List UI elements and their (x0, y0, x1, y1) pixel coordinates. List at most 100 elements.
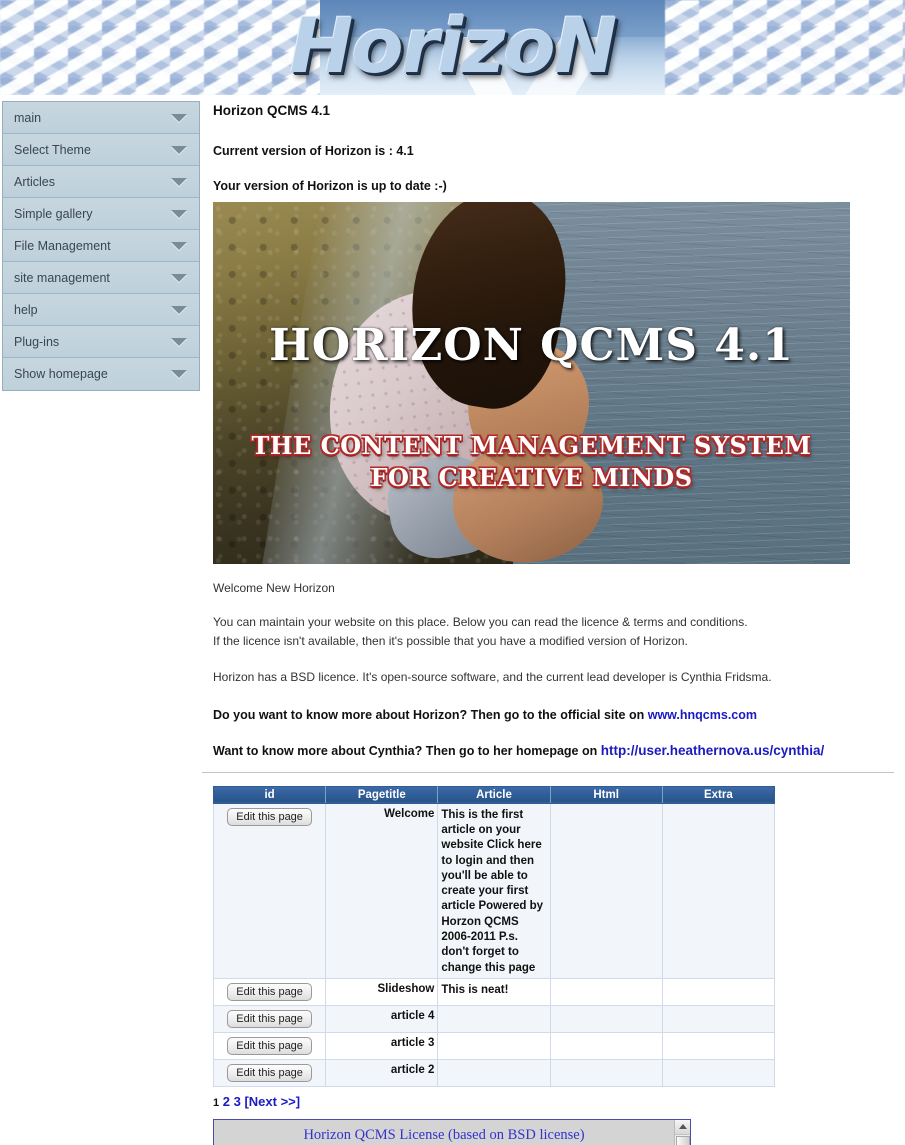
table-header-row: id Pagetitle Article Html Extra (213, 786, 775, 804)
cell-pagetitle: article 2 (325, 1058, 439, 1087)
scrollbar-thumb[interactable] (676, 1135, 690, 1145)
column-header-extra[interactable]: Extra (662, 786, 775, 804)
edit-this-page-button[interactable]: Edit this page (227, 1036, 312, 1055)
sidebar-item-select-theme[interactable]: Select Theme (3, 134, 199, 166)
cell-pagetitle: Welcome (325, 802, 439, 979)
table-row: Edit this page article 4 (212, 1004, 776, 1033)
cell-html (549, 1058, 663, 1087)
table-row: Edit this page Welcome This is the first… (212, 802, 776, 979)
chevron-down-icon (171, 145, 187, 154)
pagination: 1 2 3 [Next >>] (213, 1094, 903, 1109)
hero-banner-image: HORIZON QCMS 4.1 THE CONTENT MANAGEMENT … (213, 202, 850, 564)
sidebar-menu: main Select Theme Articles Simple galler… (2, 101, 200, 391)
official-site-prefix: Do you want to know more about Horizon? … (213, 707, 648, 722)
sidebar-item-label: help (14, 302, 38, 317)
sidebar-item-site-management[interactable]: site management (3, 262, 199, 294)
chevron-down-icon (171, 305, 187, 314)
cell-id: Edit this page (212, 1004, 327, 1033)
sidebar-item-articles[interactable]: Articles (3, 166, 199, 198)
welcome-text: Welcome New Horizon (213, 581, 335, 595)
chevron-down-icon (171, 113, 187, 122)
sidebar-item-label: site management (14, 270, 110, 285)
sidebar-item-label: Show homepage (14, 367, 108, 381)
chevron-down-icon (171, 337, 187, 346)
hero-tagline-line2: FOR CREATIVE MINDS (370, 462, 693, 492)
official-site-link[interactable]: www.hnqcms.com (648, 708, 757, 722)
hero-tagline-line1: THE CONTENT MANAGEMENT SYSTEM (251, 431, 812, 460)
intro-line-2: If the licence isn't available, then it'… (213, 633, 688, 648)
chevron-down-icon (171, 209, 187, 218)
sidebar-item-label: Simple gallery (14, 206, 93, 221)
sidebar-item-plug-ins[interactable]: Plug-ins (3, 326, 199, 358)
sidebar-item-label: File Management (14, 238, 111, 253)
sidebar-item-label: Articles (14, 174, 55, 189)
cell-article: This is the first article on your websit… (437, 802, 551, 979)
license-scrollbar[interactable] (674, 1119, 690, 1145)
cell-article: This is neat! (437, 977, 551, 1006)
license-heading: Horizon QCMS License (based on BSD licen… (303, 1126, 585, 1143)
scroll-up-arrow-icon[interactable] (675, 1119, 690, 1135)
cell-extra (661, 977, 776, 1006)
table-row: Edit this page article 3 (212, 1031, 776, 1060)
sidebar-item-file-management[interactable]: File Management (3, 230, 199, 262)
chevron-down-icon (171, 273, 187, 282)
main-content: Horizon QCMS 4.1 Current version of Hori… (202, 103, 903, 1145)
cell-extra (661, 802, 776, 979)
pagination-page-2[interactable]: 2 (223, 1094, 230, 1109)
page-title: Horizon QCMS 4.1 (213, 103, 331, 118)
cell-html (549, 977, 663, 1006)
chevron-down-icon (171, 370, 187, 378)
cell-pagetitle: Slideshow (325, 977, 439, 1006)
table-row: Edit this page Slideshow This is neat! (212, 977, 776, 1006)
horizon-wordmark: HorizoN (289, 0, 617, 90)
pagination-current-page: 1 (213, 1096, 220, 1109)
edit-this-page-button[interactable]: Edit this page (227, 1063, 312, 1082)
license-text-content: Horizon QCMS License (based on BSD licen… (214, 1120, 674, 1145)
cell-article (437, 1031, 551, 1060)
official-site-line: Do you want to know more about Horizon? … (213, 708, 903, 722)
site-banner: HorizoN (0, 0, 905, 95)
cynthia-prefix: Want to know more about Cynthia? Then go… (213, 743, 601, 758)
section-divider (202, 771, 894, 773)
column-header-id[interactable]: id (213, 786, 327, 804)
cell-article (437, 1004, 551, 1033)
chevron-down-icon (171, 241, 187, 250)
cell-html (549, 1004, 663, 1033)
column-header-html[interactable]: Html (550, 786, 663, 804)
cell-html (549, 1031, 663, 1060)
cell-pagetitle: article 3 (325, 1031, 439, 1060)
pagination-next[interactable]: [Next >>] (244, 1094, 300, 1109)
sidebar-item-show-homepage[interactable]: Show homepage (3, 358, 199, 390)
column-header-pagetitle[interactable]: Pagetitle (325, 786, 439, 804)
hero-headline: HORIZON QCMS 4.1 (269, 320, 794, 371)
cell-id: Edit this page (212, 1031, 327, 1060)
cynthia-homepage-link[interactable]: http://user.heathernova.us/cynthia/ (601, 743, 825, 758)
edit-this-page-button[interactable]: Edit this page (227, 982, 312, 1001)
sidebar-item-label: Select Theme (14, 142, 91, 157)
sidebar-item-label: main (14, 110, 42, 125)
chevron-down-icon (171, 177, 187, 186)
cell-id: Edit this page (212, 977, 327, 1006)
update-status-text: Your version of Horizon is up to date :-… (213, 179, 447, 193)
cell-extra (661, 1058, 776, 1087)
licence-paragraph: Horizon has a BSD licence. It's open-sou… (213, 670, 772, 685)
cell-id: Edit this page (212, 1058, 327, 1087)
license-textarea[interactable]: Horizon QCMS License (based on BSD licen… (213, 1118, 691, 1145)
sidebar-item-help[interactable]: help (3, 294, 199, 326)
articles-table: id Pagetitle Article Html Extra Edit thi… (212, 785, 776, 1087)
cell-html (549, 802, 663, 979)
cell-pagetitle: article 4 (325, 1004, 439, 1033)
table-row: Edit this page article 2 (212, 1058, 776, 1087)
edit-this-page-button[interactable]: Edit this page (227, 807, 312, 826)
pagination-page-3[interactable]: 3 (234, 1094, 241, 1109)
sidebar-item-main[interactable]: main (3, 102, 199, 134)
sidebar-item-label: Plug-ins (14, 334, 60, 349)
intro-line-1: You can maintain your website on this pl… (213, 615, 748, 629)
edit-this-page-button[interactable]: Edit this page (227, 1009, 312, 1028)
cynthia-homepage-line: Want to know more about Cynthia? Then go… (213, 743, 903, 758)
hero-person (293, 202, 609, 564)
sidebar-item-simple-gallery[interactable]: Simple gallery (3, 198, 199, 230)
cell-article (437, 1058, 551, 1087)
column-header-article[interactable]: Article (437, 786, 551, 804)
cell-id: Edit this page (212, 802, 327, 979)
